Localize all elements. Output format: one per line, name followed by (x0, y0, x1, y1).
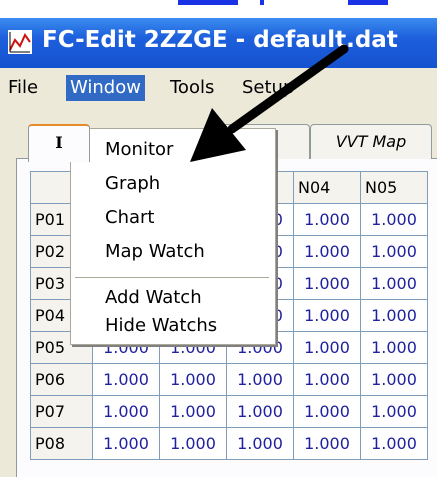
grid-cell[interactable]: 1.000 (92, 427, 160, 460)
chart-icon (8, 30, 32, 54)
window-menu-dropdown: Monitor Graph Chart Map Watch Add Watch … (70, 128, 276, 345)
grid-cell[interactable]: 1.000 (226, 395, 294, 428)
grid-cell[interactable]: 1.000 (360, 395, 428, 428)
menu-bar: File Window Tools Setup (0, 68, 437, 108)
column-header: N05 (360, 171, 428, 204)
menu-file[interactable]: File (4, 75, 42, 101)
table-row: P08 1.000 1.000 1.000 1.000 1.000 (30, 427, 428, 460)
grid-cell[interactable]: 1.000 (360, 267, 428, 300)
tab-first[interactable]: I (28, 124, 90, 162)
row-header: P08 (30, 427, 93, 460)
app-window: FC-Edit 2ZZGE - default.dat File Window … (0, 18, 437, 477)
grid-cell[interactable]: 1.000 (159, 427, 227, 460)
top-strip (0, 0, 437, 18)
table-row: P07 1.000 1.000 1.000 1.000 1.000 (30, 395, 428, 428)
grid-cell[interactable]: 1.000 (360, 299, 428, 332)
menu-window[interactable]: Window (66, 75, 145, 101)
link-underline-1 (178, 0, 238, 5)
title-bar: FC-Edit 2ZZGE - default.dat (0, 18, 437, 68)
grid-cell[interactable]: 1.000 (226, 363, 294, 396)
grid-cell[interactable]: 1.000 (360, 331, 428, 364)
menu-item-graph[interactable]: Graph (105, 173, 160, 194)
grid-cell[interactable]: 1.000 (293, 235, 361, 268)
grid-cell[interactable]: 1.000 (92, 395, 160, 428)
grid-cell[interactable]: 1.000 (293, 203, 361, 236)
grid-cell[interactable]: 1.000 (293, 267, 361, 300)
menu-setup[interactable]: Setup (238, 75, 298, 101)
grid-cell[interactable]: 1.000 (226, 427, 294, 460)
column-header: N04 (293, 171, 361, 204)
grid-cell[interactable]: 1.000 (293, 299, 361, 332)
grid-cell[interactable]: 1.000 (360, 203, 428, 236)
row-header: P06 (30, 363, 93, 396)
tab-vvt-map[interactable]: VVT Map (310, 124, 432, 159)
grid-cell[interactable]: 1.000 (360, 363, 428, 396)
grid-cell[interactable]: 1.000 (159, 363, 227, 396)
grid-cell[interactable]: 1.000 (293, 331, 361, 364)
menu-separator (75, 277, 269, 278)
menu-item-map-watch[interactable]: Map Watch (105, 241, 205, 262)
grid-cell[interactable]: 1.000 (360, 427, 428, 460)
menu-item-monitor[interactable]: Monitor (105, 139, 173, 160)
link-underline-3 (348, 0, 388, 5)
grid-cell[interactable]: 1.000 (159, 395, 227, 428)
link-underline-2 (260, 0, 264, 5)
row-header: P07 (30, 395, 93, 428)
grid-cell[interactable]: 1.000 (293, 427, 361, 460)
grid-cell[interactable]: 1.000 (293, 363, 361, 396)
grid-cell[interactable]: 1.000 (293, 395, 361, 428)
window-title: FC-Edit 2ZZGE - default.dat (42, 27, 398, 53)
tab-first-label: I (55, 133, 63, 152)
grid-cell[interactable]: 1.000 (92, 363, 160, 396)
table-row: P06 1.000 1.000 1.000 1.000 1.000 (30, 363, 428, 396)
grid-cell[interactable]: 1.000 (360, 235, 428, 268)
menu-item-add-watch[interactable]: Add Watch (105, 287, 202, 308)
tab-vvt-map-label: VVT Map (335, 132, 407, 151)
menu-item-hide-watchs[interactable]: Hide Watchs (105, 315, 217, 336)
menu-tools[interactable]: Tools (166, 75, 218, 101)
menu-item-chart[interactable]: Chart (105, 207, 154, 228)
